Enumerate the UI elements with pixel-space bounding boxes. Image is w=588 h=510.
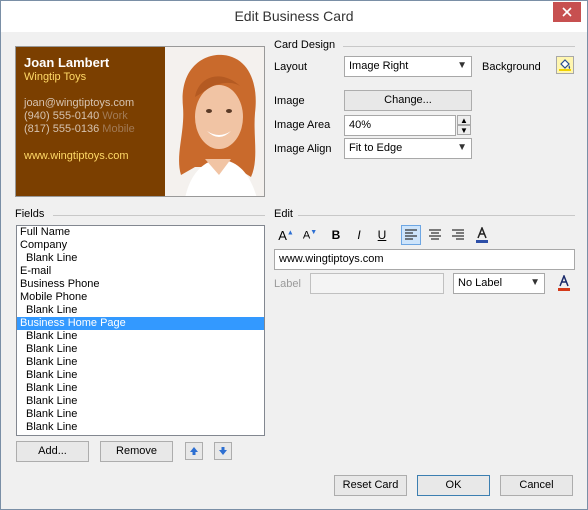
card-company: Wingtip Toys (24, 71, 87, 83)
image-align-label: Image Align (274, 143, 332, 155)
business-card-preview: Joan Lambert Wingtip Toys joan@wingtipto… (15, 46, 265, 197)
add-field-button[interactable]: Add... (16, 441, 89, 462)
title-bar: Edit Business Card (1, 1, 587, 32)
list-item[interactable]: Company (17, 239, 264, 252)
align-center-button[interactable] (425, 225, 445, 245)
background-color-button[interactable] (556, 56, 574, 74)
list-item[interactable]: Blank Line (17, 382, 264, 395)
list-item[interactable]: Blank Line (17, 343, 264, 356)
list-item[interactable]: Blank Line (17, 356, 264, 369)
window-title: Edit Business Card (234, 8, 354, 24)
align-left-button[interactable] (401, 225, 421, 245)
label-position-value: No Label (458, 277, 503, 289)
list-item[interactable]: E-mail (17, 265, 264, 278)
card-website: www.wingtiptoys.com (24, 150, 129, 162)
image-area-spin-up[interactable]: ▲ (457, 115, 471, 125)
layout-select[interactable]: Image Right ▼ (344, 56, 472, 77)
card-name: Joan Lambert (24, 55, 110, 70)
decrease-font-size-button[interactable]: A▼ (300, 225, 320, 245)
font-color-icon (476, 227, 488, 243)
card-phone-work: (940) 555-0140 Work (24, 110, 128, 122)
image-area-spin-down[interactable]: ▼ (457, 125, 471, 135)
card-design-divider (343, 46, 575, 47)
arrow-up-icon (190, 447, 198, 455)
edit-field-input[interactable]: www.wingtiptoys.com (274, 249, 575, 270)
move-down-button[interactable] (214, 442, 232, 460)
font-color-button[interactable] (472, 225, 492, 245)
list-item[interactable]: Blank Line (17, 330, 264, 343)
close-button[interactable] (553, 2, 581, 22)
reset-card-button[interactable]: Reset Card (334, 475, 407, 496)
align-center-icon (429, 229, 441, 240)
grow-font-icon: A▲ (278, 227, 294, 243)
layout-select-value: Image Right (349, 60, 409, 72)
list-item[interactable]: Blank Line (17, 369, 264, 382)
label-input[interactable] (310, 273, 444, 294)
align-right-button[interactable] (448, 225, 468, 245)
list-item[interactable]: Blank Line (17, 395, 264, 408)
italic-button[interactable]: I (349, 225, 369, 245)
card-phone-work-label: Work (102, 110, 128, 122)
card-phone-work-number: (940) 555-0140 (24, 110, 100, 122)
fields-divider (53, 215, 265, 216)
background-label: Background (482, 61, 541, 73)
list-item[interactable]: Full Name (17, 226, 264, 239)
increase-font-size-button[interactable]: A▲ (276, 225, 296, 245)
label-position-select[interactable]: No Label ▼ (453, 273, 545, 294)
close-icon (562, 7, 572, 17)
list-item[interactable]: Blank Line (17, 421, 264, 434)
layout-label: Layout (274, 61, 308, 73)
font-color-icon (558, 275, 570, 291)
label-font-color-button[interactable] (554, 273, 574, 293)
cancel-button[interactable]: Cancel (500, 475, 573, 496)
move-up-button[interactable] (185, 442, 203, 460)
arrow-down-icon (219, 447, 227, 455)
align-right-icon (452, 229, 464, 240)
card-phone-mobile-number: (817) 555-0136 (24, 123, 100, 135)
list-item[interactable]: Business Phone (17, 278, 264, 291)
label-label: Label (274, 278, 301, 290)
list-item[interactable]: Blank Line (17, 408, 264, 421)
paint-bucket-icon (559, 59, 571, 71)
image-area-input[interactable]: 40% (344, 115, 456, 136)
align-left-icon (405, 229, 417, 240)
list-item[interactable]: Mobile Phone (17, 291, 264, 304)
list-item[interactable]: Blank Line (17, 252, 264, 265)
card-phone-mobile: (817) 555-0136 Mobile (24, 123, 135, 135)
fields-heading: Fields (15, 208, 45, 220)
image-label: Image (274, 95, 305, 107)
underline-button[interactable]: U (372, 225, 392, 245)
list-item-selected[interactable]: Business Home Page (17, 317, 264, 330)
contact-photo (165, 47, 264, 196)
image-align-select[interactable]: Fit to Edge ▼ (344, 138, 472, 159)
list-item[interactable]: Blank Line (17, 304, 264, 317)
edit-business-card-dialog: Edit Business Card Joan Lambert Wingtip … (0, 0, 588, 510)
chevron-down-icon: ▼ (457, 142, 467, 153)
remove-field-button[interactable]: Remove (100, 441, 173, 462)
card-email: joan@wingtiptoys.com (24, 97, 135, 109)
chevron-down-icon: ▼ (457, 60, 467, 71)
image-area-label: Image Area (274, 119, 331, 131)
fields-list[interactable]: Full Name Company Blank Line E-mail Busi… (16, 225, 265, 436)
image-align-select-value: Fit to Edge (349, 142, 403, 154)
card-phone-mobile-label: Mobile (102, 123, 135, 135)
edit-heading: Edit (274, 208, 293, 220)
bold-button[interactable]: B (326, 225, 346, 245)
chevron-down-icon: ▼ (530, 277, 540, 288)
card-design-heading: Card Design (274, 39, 336, 51)
change-image-button[interactable]: Change... (344, 90, 472, 111)
shrink-font-icon: A▼ (302, 228, 318, 242)
ok-button[interactable]: OK (417, 475, 490, 496)
edit-divider (298, 215, 575, 216)
